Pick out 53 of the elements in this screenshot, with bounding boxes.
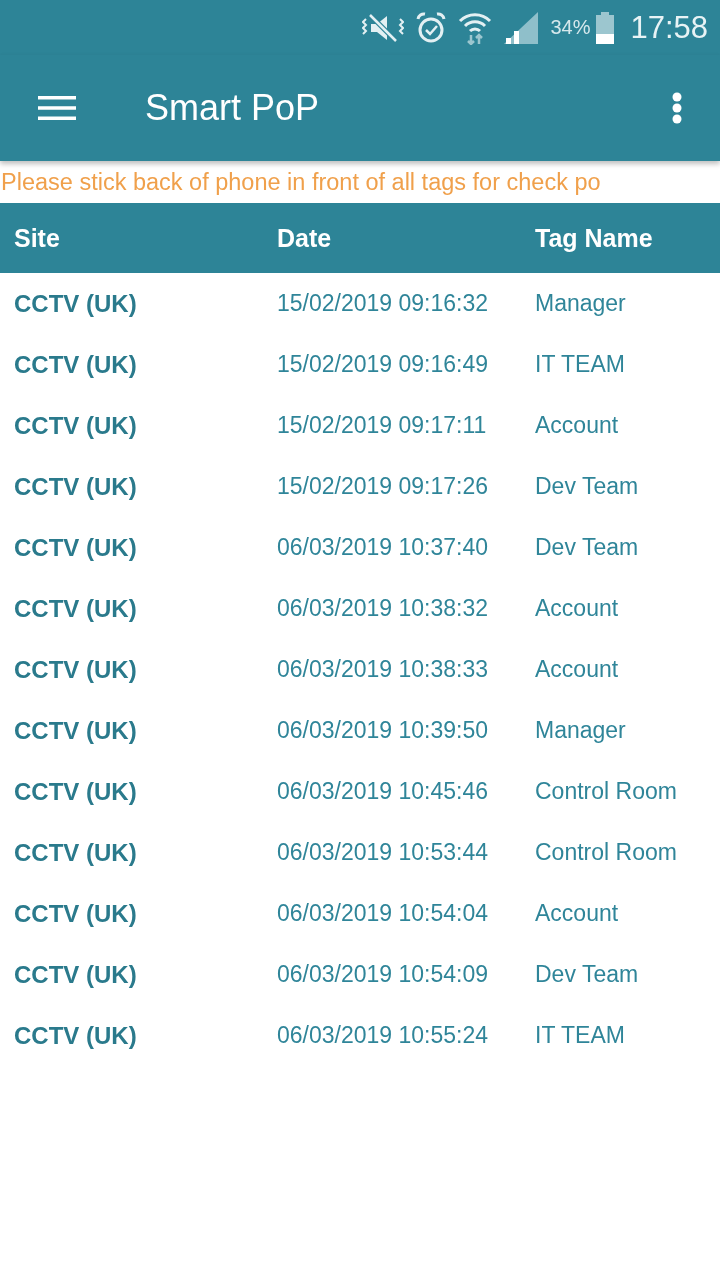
date-cell-text: 15/02/2019 09:16:49 <box>277 351 490 378</box>
date-cell-text: 15/02/2019 09:17:11 <box>277 412 488 439</box>
battery-percentage: 34% <box>550 16 591 39</box>
date-cell-text: 06/03/2019 10:54:04 <box>277 900 490 927</box>
tag-name-cell-text: Dev Team <box>535 961 640 988</box>
tag-name-cell-text: IT TEAM <box>535 351 626 378</box>
tag-name-cell-text: Account <box>535 412 620 439</box>
date-cell-text: 06/03/2019 10:37:40 <box>277 534 490 561</box>
clock-time: 17:58 <box>630 9 708 46</box>
tag-name-cell-text: Control Room <box>535 839 678 866</box>
site-cell-text: CCTV (UK) <box>14 899 138 928</box>
tag-name-cell-text: Account <box>535 900 620 927</box>
date-cell-text: 06/03/2019 10:38:33 <box>277 656 490 683</box>
signal-icon <box>504 11 539 44</box>
date-cell-text: 06/03/2019 10:55:24 <box>277 1022 490 1049</box>
tag-name-cell-text: Dev Team <box>535 534 640 561</box>
date-cell-text: 15/02/2019 09:17:26 <box>277 473 490 500</box>
alarm-clock-icon <box>416 11 447 44</box>
tag-name-cell-text: Account <box>535 595 620 622</box>
tag-name-cell-text: Control Room <box>535 778 678 805</box>
site-cell-text: CCTV (UK) <box>14 350 138 379</box>
battery-icon <box>596 11 615 44</box>
app-title: Smart PoP <box>145 87 321 129</box>
tag-name-cell-text: Manager <box>535 290 627 317</box>
menu-icon[interactable] <box>38 96 76 120</box>
tag-name-cell-text: Dev Team <box>535 473 640 500</box>
date-header: Date <box>277 223 333 253</box>
mute-vibrate-icon <box>362 12 405 43</box>
tag-name-cell-text: Manager <box>535 717 627 744</box>
instruction-text: Please stick back of phone in front of all tags for check po <box>0 168 601 196</box>
tag-name-cell-text: IT TEAM <box>535 1022 626 1049</box>
site-header: Site <box>14 223 61 253</box>
date-cell-text: 06/03/2019 10:39:50 <box>277 717 490 744</box>
tag-name-header: Tag Name <box>535 223 654 253</box>
site-cell-text: CCTV (UK) <box>14 472 138 501</box>
date-cell-text: 06/03/2019 10:53:44 <box>277 839 490 866</box>
site-cell-text: CCTV (UK) <box>14 533 138 562</box>
site-cell-text: CCTV (UK) <box>14 594 138 623</box>
wifi-icon <box>458 10 493 45</box>
site-cell-text: CCTV (UK) <box>14 838 138 867</box>
date-cell-text: 06/03/2019 10:45:46 <box>277 778 490 805</box>
date-cell-text: 15/02/2019 09:16:32 <box>277 290 490 317</box>
date-cell-text: 06/03/2019 10:54:09 <box>277 961 490 988</box>
site-cell-text: CCTV (UK) <box>14 777 138 806</box>
tag-name-cell-text: Account <box>535 656 620 683</box>
site-cell-text: CCTV (UK) <box>14 411 138 440</box>
date-cell-text: 06/03/2019 10:38:32 <box>277 595 490 622</box>
site-cell-text: CCTV (UK) <box>14 716 138 745</box>
site-cell-text: CCTV (UK) <box>14 960 138 989</box>
site-cell-text: CCTV (UK) <box>14 655 138 684</box>
site-cell-text: CCTV (UK) <box>14 289 138 318</box>
more-options-icon[interactable] <box>672 92 682 124</box>
site-cell-text: CCTV (UK) <box>14 1021 138 1050</box>
